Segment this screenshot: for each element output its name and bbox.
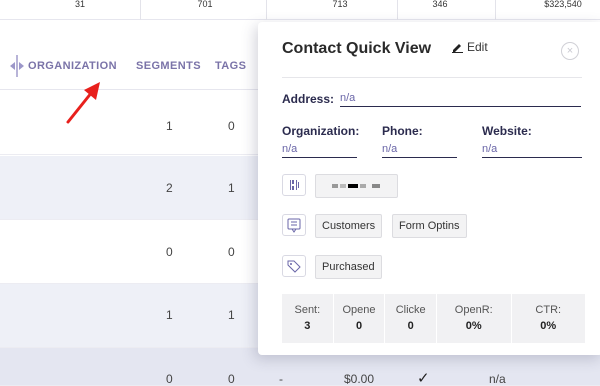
panel-title: Contact Quick View (282, 40, 432, 57)
tags-cell: 0 (228, 245, 235, 259)
stat-label: Clicke (395, 304, 426, 316)
address-field[interactable]: n/a (340, 91, 581, 107)
stats-bar: Sent: 3 Opene 0 Clicke 0 OpenR: 0% CTR: … (282, 294, 585, 343)
tag-chip-purchased[interactable]: Purchased (315, 255, 382, 279)
list-chip-form-optins[interactable]: Form Optins (392, 214, 467, 238)
lists-icon-box (282, 214, 306, 236)
list-chip-customers[interactable]: Customers (315, 214, 383, 238)
column-header-tags[interactable]: TAGS (215, 60, 246, 72)
website-field[interactable]: n/a (482, 142, 582, 158)
segments-cell: 1 (166, 119, 173, 133)
total-cell: 346 (432, 0, 448, 9)
column-divider (495, 0, 496, 20)
edit-button[interactable]: Edit (452, 40, 488, 54)
stat-label: CTR: (535, 304, 562, 316)
id-icon-box (282, 174, 306, 196)
na-cell: n/a (489, 372, 506, 386)
segments-cell: 2 (166, 181, 173, 195)
stat-ctr: CTR: 0% (511, 294, 585, 343)
tags-cell: 1 (228, 181, 235, 195)
column-divider (397, 0, 398, 20)
arrow-right-icon (19, 62, 24, 70)
tag-icon (287, 260, 301, 273)
column-resize-handle[interactable] (10, 55, 24, 77)
redacted-image (332, 184, 380, 188)
close-button[interactable]: × (561, 42, 579, 60)
phone-label: Phone: (382, 124, 423, 138)
total-cell: 31 (74, 0, 85, 9)
column-header-segments[interactable]: SEGMENTS (136, 60, 201, 72)
segments-cell: 0 (166, 372, 173, 386)
arrow-left-icon (10, 62, 15, 70)
segments-cell: 0 (166, 245, 173, 259)
column-divider (140, 0, 141, 20)
organization-label: Organization: (282, 124, 360, 138)
stat-sent: Sent: 3 (282, 294, 333, 343)
address-label: Address: (282, 92, 335, 106)
column-divider (266, 0, 267, 20)
stat-value: 3 (304, 320, 311, 332)
column-header-organization[interactable]: ORGANIZATION (28, 60, 117, 72)
total-cell: 701 (197, 0, 213, 9)
stat-value: 0 (355, 320, 363, 332)
list-icon (287, 218, 301, 233)
phone-field[interactable]: n/a (382, 142, 457, 158)
total-cell: $323,540 (544, 0, 582, 9)
contact-quick-view-panel: Contact Quick View Edit × Address: n/a O… (258, 22, 600, 355)
check-icon: ✓ (417, 370, 430, 386)
edit-label: Edit (467, 40, 488, 54)
segments-cell: 1 (166, 308, 173, 322)
pencil-icon (452, 43, 463, 53)
tags-cell: 0 (228, 119, 235, 133)
tags-cell: 1 (228, 308, 235, 322)
stat-value: 0% (540, 320, 557, 332)
stat-open-rate: OpenR: 0% (437, 294, 511, 343)
stat-value: 0 (407, 320, 414, 332)
stat-opened: Opene 0 (333, 294, 385, 343)
tags-cell: 0 (228, 372, 235, 386)
annotation-arrow-icon (66, 82, 100, 124)
amount-cell: $0.00 (344, 372, 375, 386)
barcode-icon (290, 180, 299, 190)
stat-label: Opene (342, 304, 376, 316)
total-cell: 713 (332, 0, 348, 9)
stat-value: 0% (465, 320, 482, 332)
divider (282, 77, 582, 78)
website-label: Website: (482, 124, 532, 138)
dash-cell: - (279, 372, 283, 386)
stat-label: Sent: (294, 304, 321, 316)
tags-icon-box (282, 255, 306, 277)
totals-row: 31 701 713 346 $323,540 (0, 0, 600, 20)
stat-label: OpenR: (454, 304, 493, 316)
resize-bar-icon (16, 55, 18, 77)
stat-clicked: Clicke 0 (385, 294, 437, 343)
organization-field[interactable]: n/a (282, 142, 357, 158)
redacted-id-chip (315, 174, 398, 198)
